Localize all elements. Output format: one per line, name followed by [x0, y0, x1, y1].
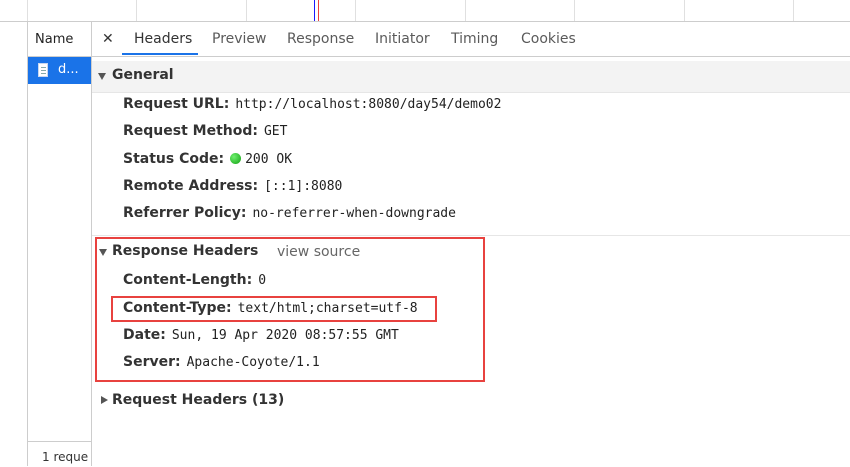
column-divider: [27, 22, 28, 466]
tab-timing[interactable]: Timing: [451, 31, 498, 47]
timeline-overview[interactable]: [0, 0, 850, 22]
status-code-row: Status Code: 200 OK: [123, 151, 292, 167]
request-list: Name d... 1 reque: [0, 22, 92, 467]
header-key: Request Method:: [123, 123, 258, 139]
request-headers-title: Request Headers (13): [112, 392, 285, 408]
timeline-gridline: [793, 0, 794, 21]
request-name: d...: [58, 62, 79, 77]
header-key: Request URL:: [123, 96, 230, 112]
tab-initiator[interactable]: Initiator: [375, 31, 430, 47]
close-icon[interactable]: ✕: [102, 31, 114, 47]
status-bar: 1 reque: [28, 441, 91, 467]
tab-response[interactable]: Response: [287, 31, 354, 47]
timeline-gridline: [136, 0, 137, 21]
header-key: Status Code:: [123, 151, 225, 167]
status-ok-icon: [230, 153, 242, 164]
timeline-gridline: [465, 0, 466, 21]
active-tab-indicator: [122, 53, 198, 55]
headers-panel: General Request URL: http://localhost:808…: [92, 57, 850, 466]
timeline-gridline: [27, 0, 28, 21]
referrer-policy-row: Referrer Policy: no-referrer-when-downgra…: [123, 205, 456, 221]
timeline-gridline: [355, 0, 356, 21]
header-value: http://localhost:8080/day54/demo02: [235, 97, 502, 112]
dom-content-loaded-marker: [314, 0, 315, 21]
request-count: 1 reque: [42, 450, 89, 464]
request-method-row: Request Method: GET: [123, 123, 287, 139]
request-url-row: Request URL: http://localhost:8080/day54/…: [123, 96, 501, 112]
request-row-selected[interactable]: d...: [28, 57, 91, 84]
collapse-triangle-icon: [98, 73, 106, 80]
header-key: Referrer Policy:: [123, 205, 247, 221]
name-column-header-label: Name: [35, 32, 74, 47]
timeline-gridline: [246, 0, 247, 21]
header-value: [::1]:8080: [264, 179, 343, 194]
expand-triangle-icon: [101, 396, 108, 404]
header-value: no-referrer-when-downgrade: [252, 206, 456, 221]
section-divider: [92, 235, 850, 236]
header-key: Remote Address:: [123, 178, 259, 194]
tab-headers[interactable]: Headers: [134, 31, 192, 47]
tab-cookies[interactable]: Cookies: [521, 31, 576, 47]
header-value: 200 OK: [245, 152, 293, 167]
timeline-gridline: [684, 0, 685, 21]
document-icon: [38, 63, 48, 77]
annotation-box-content-type: [111, 296, 437, 322]
name-column-header[interactable]: Name: [28, 22, 91, 57]
request-headers-section-header[interactable]: Request Headers (13): [92, 392, 850, 414]
general-section-header[interactable]: General: [92, 61, 850, 93]
tab-preview[interactable]: Preview: [212, 31, 267, 47]
header-value: GET: [263, 124, 288, 139]
detail-tabs: ✕ Headers Preview Response Initiator Tim…: [92, 22, 850, 57]
general-title: General: [112, 67, 174, 83]
remote-address-row: Remote Address: [::1]:8080: [123, 178, 342, 194]
timeline-gridline: [574, 0, 575, 21]
load-event-marker: [318, 0, 319, 21]
